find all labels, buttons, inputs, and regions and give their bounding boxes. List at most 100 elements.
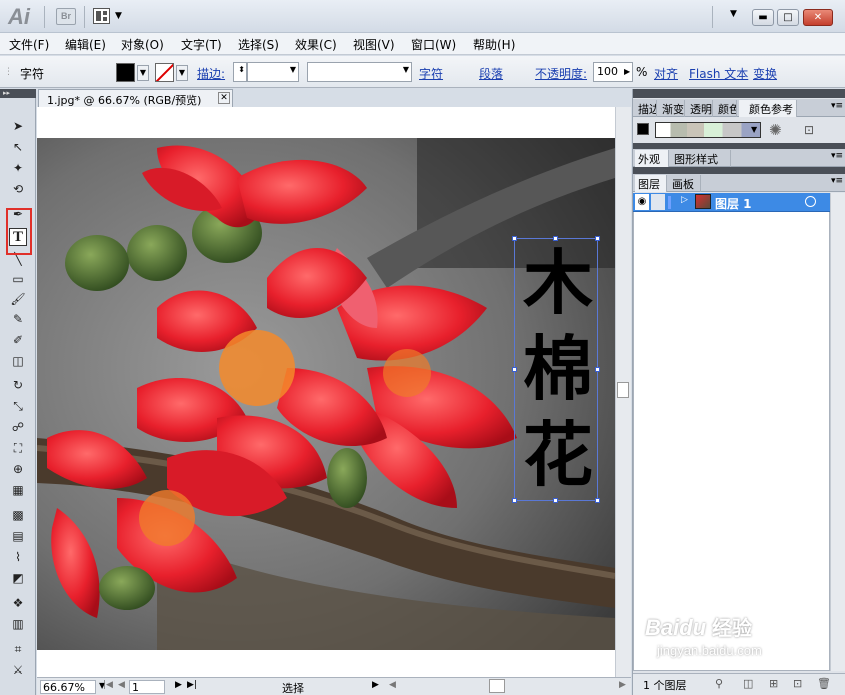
layers-scrollbar[interactable] bbox=[830, 193, 845, 671]
eraser-tool-icon[interactable]: ◫ bbox=[9, 352, 27, 370]
column-graph-tool-icon[interactable]: ▥ bbox=[9, 615, 27, 633]
tab-transparency[interactable]: 透明 bbox=[687, 100, 713, 117]
maximize-button[interactable]: □ bbox=[777, 9, 799, 26]
scrollbar-thumb[interactable] bbox=[617, 382, 629, 398]
panel-menu-icon[interactable]: ▾≡ bbox=[831, 101, 843, 111]
pencil-tool-icon[interactable]: ✎ bbox=[9, 310, 27, 328]
shape-builder-tool-icon[interactable]: ⊕ bbox=[9, 460, 27, 478]
menu-window[interactable]: 窗口(W) bbox=[411, 36, 456, 53]
close-button[interactable]: ✕ bbox=[803, 9, 833, 26]
menu-help[interactable]: 帮助(H) bbox=[473, 36, 515, 53]
base-color-swatch[interactable] bbox=[637, 123, 649, 135]
bridge-button[interactable]: Br bbox=[56, 8, 76, 25]
tab-graphic-styles[interactable]: 图形样式 bbox=[671, 150, 731, 167]
document-tab[interactable]: 1.jpg* @ 66.67% (RGB/预览) ✕ bbox=[38, 89, 233, 107]
paintbrush-tool-icon[interactable]: 🖌 bbox=[9, 290, 27, 308]
horizontal-scroll-thumb[interactable] bbox=[489, 679, 505, 693]
stroke-dropdown[interactable]: ▼ bbox=[176, 65, 188, 81]
new-layer-icon[interactable]: ⊡ bbox=[793, 677, 802, 690]
resize-handle[interactable] bbox=[512, 236, 517, 241]
resize-handle[interactable] bbox=[512, 367, 517, 372]
clipping-mask-icon[interactable]: ◫ bbox=[743, 677, 753, 690]
symbol-sprayer-tool-icon[interactable]: ▦ bbox=[9, 481, 27, 499]
free-transform-tool-icon[interactable]: ⛶ bbox=[9, 439, 27, 457]
direct-selection-tool-icon[interactable]: ↖ bbox=[9, 138, 27, 156]
resize-handle[interactable] bbox=[553, 236, 558, 241]
delete-layer-icon[interactable]: 🗑 bbox=[817, 677, 831, 690]
new-sublayer-icon[interactable]: ⊞ bbox=[769, 677, 778, 690]
next-page-icon[interactable]: ▶ bbox=[175, 680, 182, 690]
tab-artboards[interactable]: 画板 bbox=[669, 175, 701, 192]
layer-row[interactable]: ◉ ▷ 图层 1 bbox=[633, 193, 830, 212]
zoom-dropdown[interactable]: 66.67% bbox=[40, 680, 96, 694]
tab-color[interactable]: 颜色 bbox=[715, 100, 737, 117]
target-circle-icon[interactable] bbox=[805, 196, 816, 207]
chevron-right-icon[interactable]: ▶ bbox=[624, 67, 630, 76]
stroke-none-swatch[interactable] bbox=[155, 63, 174, 82]
eyedropper-tool-icon[interactable]: ⌇ bbox=[9, 548, 27, 566]
menu-object[interactable]: 对象(O) bbox=[121, 36, 164, 53]
edit-colors-icon[interactable]: ✺ bbox=[769, 121, 782, 139]
fill-color-swatch[interactable] bbox=[116, 63, 135, 82]
tab-stroke[interactable]: 描边 bbox=[635, 100, 657, 117]
warp-tool-icon[interactable]: ☍ bbox=[9, 418, 27, 436]
symbol-tool-icon[interactable]: ❖ bbox=[9, 594, 27, 612]
menu-view[interactable]: 视图(V) bbox=[353, 36, 395, 53]
panel-grip[interactable] bbox=[633, 89, 845, 98]
blob-brush-tool-icon[interactable]: ✐ bbox=[9, 331, 27, 349]
mesh-tool-icon[interactable]: ▩ bbox=[9, 506, 27, 524]
workspace-dropdown-icon[interactable]: ▼ bbox=[730, 9, 737, 19]
gradient-tool-icon[interactable]: ▤ bbox=[9, 527, 27, 545]
save-color-group-icon[interactable]: ⊡ bbox=[804, 123, 814, 137]
selection-tool-icon[interactable]: ➤ bbox=[9, 117, 27, 135]
menu-edit[interactable]: 编辑(E) bbox=[65, 36, 106, 53]
chevron-down-icon[interactable]: ▼ bbox=[751, 125, 757, 134]
expand-triangle-icon[interactable]: ▷ bbox=[681, 195, 688, 205]
page-input[interactable]: 1 bbox=[129, 680, 165, 694]
scroll-left-icon[interactable]: ◀ bbox=[389, 680, 396, 690]
slice-tool-icon[interactable]: ⚔ bbox=[9, 661, 27, 679]
last-page-icon[interactable]: ▶| bbox=[187, 680, 197, 690]
arrange-documents-button[interactable]: ▼ bbox=[93, 8, 125, 25]
layer-name[interactable]: 图层 1 bbox=[715, 195, 752, 212]
rotate-tool-icon[interactable]: ↻ bbox=[9, 376, 27, 394]
close-tab-icon[interactable]: ✕ bbox=[218, 92, 230, 104]
stroke-link[interactable]: 描边: bbox=[197, 65, 225, 82]
stroke-weight-dropdown[interactable]: ▼ bbox=[247, 62, 299, 82]
prev-page-icon[interactable]: ◀ bbox=[118, 680, 125, 690]
lasso-tool-icon[interactable]: ⟲ bbox=[9, 180, 27, 198]
resize-handle[interactable] bbox=[553, 498, 558, 503]
transform-link[interactable]: 变换 bbox=[753, 65, 777, 82]
flash-text-link[interactable]: Flash 文本 bbox=[689, 65, 748, 82]
scroll-right-icon[interactable]: ▶ bbox=[619, 680, 626, 690]
tab-appearance[interactable]: 外观 bbox=[635, 150, 669, 167]
resize-handle[interactable] bbox=[512, 498, 517, 503]
harmony-rules-swatches[interactable] bbox=[655, 122, 761, 138]
font-family-dropdown[interactable]: ▼ bbox=[307, 62, 412, 82]
rectangle-tool-icon[interactable]: ▭ bbox=[9, 270, 27, 288]
menu-effect[interactable]: 效果(C) bbox=[295, 36, 337, 53]
menu-file[interactable]: 文件(F) bbox=[9, 36, 49, 53]
minimize-button[interactable]: ▬ bbox=[752, 9, 774, 26]
blend-tool-icon[interactable]: ◩ bbox=[9, 569, 27, 587]
status-menu-icon[interactable]: ▶ bbox=[372, 680, 379, 690]
paragraph-link[interactable]: 段落 bbox=[479, 65, 503, 82]
character-link[interactable]: 字符 bbox=[419, 65, 443, 82]
panel-collapse-icon[interactable]: ▸▸ bbox=[0, 89, 36, 98]
scale-tool-icon[interactable]: ⤡ bbox=[9, 397, 27, 415]
menu-select[interactable]: 选择(S) bbox=[238, 36, 279, 53]
tab-gradient[interactable]: 渐变 bbox=[659, 100, 685, 117]
artboard-tool-icon[interactable]: ⌗ bbox=[9, 640, 27, 658]
opacity-link[interactable]: 不透明度: bbox=[535, 65, 587, 82]
menu-type[interactable]: 文字(T) bbox=[181, 36, 222, 53]
magic-wand-tool-icon[interactable]: ✦ bbox=[9, 159, 27, 177]
visibility-eye-icon[interactable]: ◉ bbox=[635, 194, 649, 210]
stroke-weight-stepper[interactable]: ⬍ bbox=[233, 62, 247, 82]
first-page-icon[interactable]: |◀ bbox=[103, 680, 113, 690]
panel-menu-icon[interactable]: ▾≡ bbox=[831, 151, 843, 161]
tab-layers[interactable]: 图层 bbox=[635, 175, 667, 192]
fill-dropdown[interactable]: ▼ bbox=[137, 65, 149, 81]
locate-object-icon[interactable]: ⚲ bbox=[715, 677, 723, 690]
resize-handle[interactable] bbox=[595, 498, 600, 503]
resize-handle[interactable] bbox=[595, 236, 600, 241]
